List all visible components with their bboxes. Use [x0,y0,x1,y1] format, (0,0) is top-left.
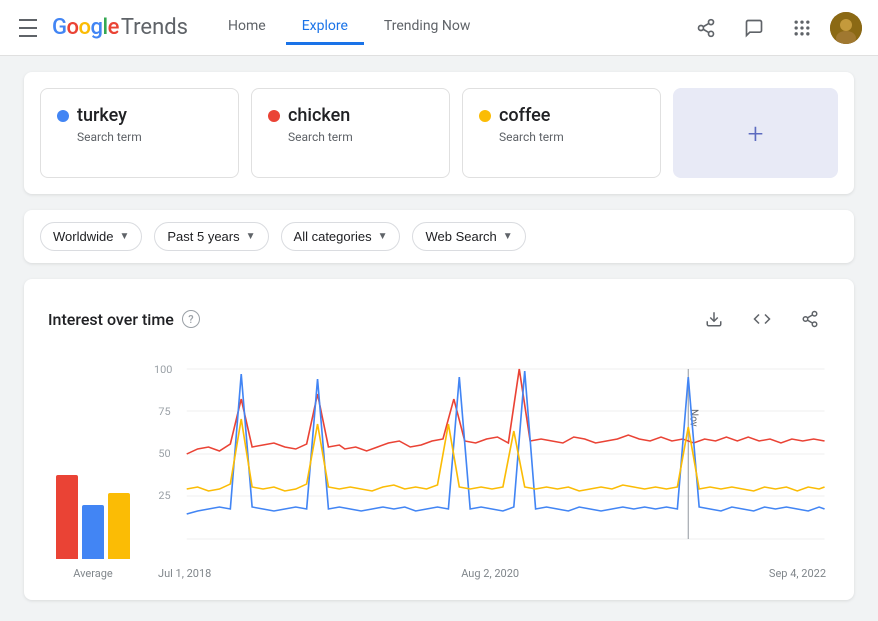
add-comparison-card[interactable]: + [673,88,838,178]
filter-worldwide[interactable]: Worldwide ▼ [40,222,142,251]
filter-time[interactable]: Past 5 years ▼ [154,222,268,251]
coffee-type: Search term [479,130,644,144]
nav-trending[interactable]: Trending Now [368,10,486,45]
interest-title: Interest over time ? [48,310,200,329]
interest-header: Interest over time ? [48,299,830,339]
svg-text:50: 50 [158,447,170,459]
header-actions [686,8,862,48]
menu-icon[interactable] [16,16,40,40]
avg-label: Average [73,567,113,580]
feedback-button[interactable] [734,8,774,48]
main-content: turkey Search term chicken Search term c… [0,56,878,616]
turkey-name: turkey [77,105,127,126]
share-chart-button[interactable] [790,299,830,339]
coffee-dot [479,110,491,122]
avatar[interactable] [830,12,862,44]
svg-text:25: 25 [158,489,170,501]
filters-container: Worldwide ▼ Past 5 years ▼ All categorie… [24,210,854,263]
svg-text:75: 75 [158,405,170,417]
apps-button[interactable] [782,8,822,48]
turkey-dot [57,110,69,122]
download-button[interactable] [694,299,734,339]
chart-svg: 100 75 50 25 Nov [154,359,830,559]
chart-x-labels: Jul 1, 2018 Aug 2, 2020 Sep 4, 2022 [154,567,830,580]
filter-search-type[interactable]: Web Search ▼ [412,222,525,251]
interest-actions [694,299,830,339]
average-chart: Average [48,439,138,580]
search-terms-container: turkey Search term chicken Search term c… [24,72,854,194]
x-label-2: Aug 2, 2020 [461,567,519,580]
nav-explore[interactable]: Explore [286,10,364,45]
chevron-down-icon: ▼ [246,231,256,242]
chicken-name: chicken [288,105,350,126]
main-nav: Home Explore Trending Now [212,10,686,45]
search-term-turkey[interactable]: turkey Search term [40,88,239,178]
avg-bars [56,439,130,559]
add-icon: + [748,117,764,150]
svg-text:Nov: Nov [687,409,701,427]
avg-bar-coffee [108,493,130,559]
avg-bar-chicken [56,475,78,559]
avg-bar-turkey [82,505,104,559]
nav-home[interactable]: Home [212,10,282,45]
x-label-3: Sep 4, 2022 [769,567,826,580]
logo-google-text: Google [52,15,119,40]
search-term-coffee[interactable]: coffee Search term [462,88,661,178]
search-term-chicken[interactable]: chicken Search term [251,88,450,178]
chicken-type: Search term [268,130,433,144]
line-chart: 100 75 50 25 Nov Jul 1, 2018 [154,359,830,580]
help-icon[interactable]: ? [182,310,200,328]
chevron-down-icon: ▼ [119,231,129,242]
x-label-1: Jul 1, 2018 [158,567,211,580]
share-button[interactable] [686,8,726,48]
interest-chart-area: Average 100 75 50 25 [48,359,830,580]
svg-text:100: 100 [154,363,172,375]
logo-trends-text: Trends [121,15,188,40]
header: Google Trends Home Explore Trending Now [0,0,878,56]
chicken-dot [268,110,280,122]
chevron-down-icon: ▼ [503,231,513,242]
interest-over-time-card: Interest over time ? [24,279,854,600]
embed-button[interactable] [742,299,782,339]
logo: Google Trends [52,15,188,40]
coffee-name: coffee [499,105,550,126]
chevron-down-icon: ▼ [378,231,388,242]
turkey-type: Search term [57,130,222,144]
filter-category[interactable]: All categories ▼ [281,222,401,251]
